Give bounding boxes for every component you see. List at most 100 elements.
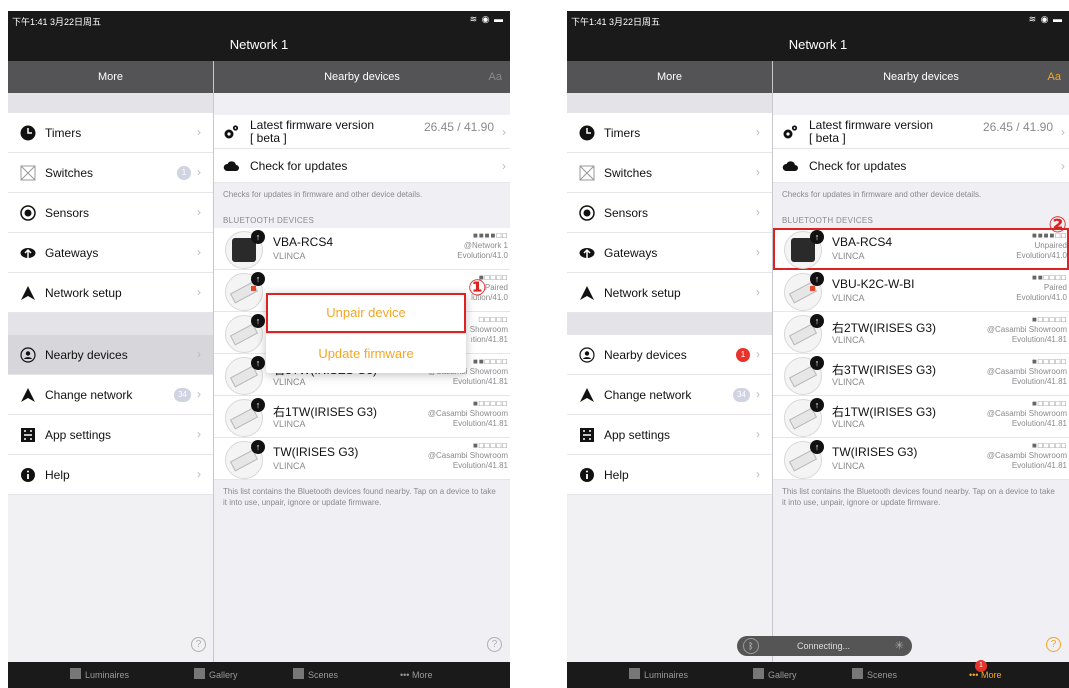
- device-name: 右1TW(IRISES G3): [273, 405, 378, 419]
- device-row[interactable]: ↑ 右1TW(IRISES G3) VLINCA ■□□□□□ @Casambi …: [214, 396, 510, 438]
- text-size-button[interactable]: Aa: [489, 61, 502, 93]
- tab-more[interactable]: ••• More: [400, 662, 432, 688]
- arrow-up-icon: ↑: [810, 314, 824, 328]
- device-action-popup: Unpair device Update firmware: [266, 293, 466, 373]
- tab-gallery[interactable]: Gallery: [194, 662, 238, 688]
- check-updates-row[interactable]: Check for updates ›: [773, 149, 1069, 183]
- sidebar-item-app-settings[interactable]: App settings ›: [8, 415, 213, 455]
- help-button[interactable]: ?: [1046, 637, 1061, 652]
- device-row[interactable]: ↑ VBU-K2C-W-BI VLINCA ■■□□□□ Paired Evolut…: [773, 270, 1069, 312]
- arrow-up-icon: ↑: [810, 272, 824, 286]
- firmware-version-row[interactable]: Latest firmware version[ beta ] 26.45 / …: [773, 115, 1069, 149]
- chevron-right-icon: ›: [197, 165, 201, 179]
- gear-icon: [783, 125, 798, 139]
- tab-more[interactable]: 1 ••• More: [969, 660, 1002, 688]
- device-row-highlighted[interactable]: ↑ VBA-RCS4 VLINCA ■■■■□□ Unpaired Evolutio…: [773, 228, 1069, 270]
- device-meta: ■■■■□□ @Network 1 Evolution/41.0: [457, 231, 508, 261]
- signal-bars: ■□□□□□: [1032, 399, 1067, 408]
- device-firmware: Evolution/41.0: [1016, 251, 1067, 260]
- sidebar-item-network-setup[interactable]: Network setup ›: [567, 273, 772, 313]
- firmware-label: Latest firmware version[ beta ]: [809, 119, 933, 145]
- device-row[interactable]: ↑ VBA-RCS4 VLINCA ■■■■□□ @Network 1 Evolut…: [214, 228, 510, 270]
- sidebar-item-switches[interactable]: Switches ›: [567, 153, 772, 193]
- device-firmware: ıtion/41.81: [470, 335, 508, 344]
- check-updates-label: Check for updates: [250, 159, 348, 173]
- app-settings-icon: [21, 428, 35, 442]
- signal-bars: ■□□□□□: [1032, 315, 1067, 324]
- device-firmware: Evolution/41.81: [1011, 377, 1067, 386]
- chevron-right-icon: ›: [197, 125, 201, 139]
- sidebar-item-change-network[interactable]: Change network 34 ›: [567, 375, 772, 415]
- status-time: 下午1:41 3月22日周五: [12, 17, 102, 27]
- text-size-button[interactable]: Aa: [1048, 61, 1061, 93]
- device-name: VBA-RCS4: [273, 235, 334, 249]
- tab-bar: Luminaires Gallery Scenes ••• More: [8, 662, 510, 688]
- sidebar-item-gateways[interactable]: Gateways ›: [567, 233, 772, 273]
- tab-scenes[interactable]: Scenes: [293, 662, 338, 688]
- sidebar-item-help[interactable]: Help ›: [567, 455, 772, 495]
- sidebar-item-gateways[interactable]: Gateways ›: [8, 233, 213, 273]
- sidebar-item-help[interactable]: Help ›: [8, 455, 213, 495]
- tab-luminaires[interactable]: Luminaires: [629, 662, 688, 688]
- panel-header: Nearby devices Aa: [214, 61, 510, 93]
- tab-gallery[interactable]: Gallery: [753, 662, 797, 688]
- chevron-right-icon: ›: [756, 347, 760, 361]
- arrow-up-icon: ↑: [251, 440, 265, 454]
- spacer: [567, 93, 772, 113]
- firmware-version-row[interactable]: Latest firmware version[ beta ] 26.45 / …: [214, 115, 510, 149]
- chevron-right-icon: ›: [756, 467, 760, 481]
- arrow-up-icon: ↑: [810, 230, 824, 244]
- sidebar-item-change-network[interactable]: Change network 34 ›: [8, 375, 213, 415]
- cloud-icon: [223, 161, 239, 171]
- section-header: BLUETOOTH DEVICES: [782, 216, 874, 225]
- right-screen: 下午1:41 3月22日周五 ≋ ◉ ▬ Network 1 More Time…: [567, 11, 1069, 688]
- sidebar-item-sensors[interactable]: Sensors ›: [567, 193, 772, 233]
- tab-label: Gallery: [768, 670, 797, 680]
- help-button[interactable]: ?: [191, 637, 206, 652]
- count-badge: 34: [733, 388, 750, 402]
- device-network: @Casambi Showroom: [986, 367, 1067, 376]
- tab-scenes[interactable]: Scenes: [852, 662, 897, 688]
- device-name: 右1TW(IRISES G3): [832, 405, 937, 419]
- tab-label: More: [980, 670, 1002, 680]
- help-button[interactable]: ?: [487, 637, 502, 652]
- chevron-right-icon: ›: [502, 159, 506, 173]
- tab-luminaires[interactable]: Luminaires: [70, 662, 129, 688]
- check-updates-label: Check for updates: [809, 159, 907, 173]
- bluetooth-icon: ᛒ: [743, 638, 759, 654]
- device-row[interactable]: ↑ TW(IRISES G3) VLINCA ■□□□□□ @Casambi Sh…: [773, 438, 1069, 480]
- sidebar-item-label: Switches: [45, 166, 94, 180]
- sidebar-item-label: Timers: [45, 126, 82, 140]
- sidebar-item-label: Change network: [604, 388, 692, 402]
- update-firmware-button[interactable]: Update firmware: [266, 333, 466, 373]
- device-vendor: VLINCA: [832, 461, 865, 471]
- device-row[interactable]: ↑ 右3TW(IRISES G3) VLINCA ■□□□□□ @Casambi …: [773, 354, 1069, 396]
- sidebar-item-nearby-devices[interactable]: Nearby devices ›: [8, 335, 213, 375]
- sidebar-item-app-settings[interactable]: App settings ›: [567, 415, 772, 455]
- signal-bars: ■■■■□□: [473, 231, 508, 240]
- device-row[interactable]: ↑ TW(IRISES G3) VLINCA ■□□□□□ @Casambi Sh…: [214, 438, 510, 480]
- clock-icon: [579, 125, 595, 141]
- sidebar-item-label: Change network: [45, 388, 133, 402]
- chevron-right-icon: ›: [756, 205, 760, 219]
- signal-bars: ■□□□□□: [1032, 441, 1067, 450]
- sidebar-item-sensors[interactable]: Sensors ›: [8, 193, 213, 233]
- section-header: BLUETOOTH DEVICES: [223, 216, 315, 225]
- sidebar-item-label: App settings: [45, 428, 112, 442]
- check-updates-row[interactable]: Check for updates ›: [214, 149, 510, 183]
- sidebar-item-timers[interactable]: Timers ›: [8, 113, 213, 153]
- spacer: [8, 313, 213, 335]
- sidebar-item-switches[interactable]: Switches 1 ›: [8, 153, 213, 193]
- unpair-device-button[interactable]: Unpair device: [266, 293, 466, 333]
- device-firmware: Evolution/41.0: [1016, 293, 1067, 302]
- device-row[interactable]: ↑ 右1TW(IRISES G3) VLINCA ■□□□□□ @Casambi …: [773, 396, 1069, 438]
- navigation-icon: [580, 388, 594, 402]
- sidebar-item-label: Gateways: [45, 246, 99, 260]
- signal-bars: ■□□□□□: [1032, 357, 1067, 366]
- sidebar-item-timers[interactable]: Timers ›: [567, 113, 772, 153]
- sidebar-item-nearby-devices[interactable]: Nearby devices 1 ›: [567, 335, 772, 375]
- device-row[interactable]: ↑ 右2TW(IRISES G3) VLINCA ■□□□□□ @Casambi …: [773, 312, 1069, 354]
- sidebar-item-network-setup[interactable]: Network setup ›: [8, 273, 213, 313]
